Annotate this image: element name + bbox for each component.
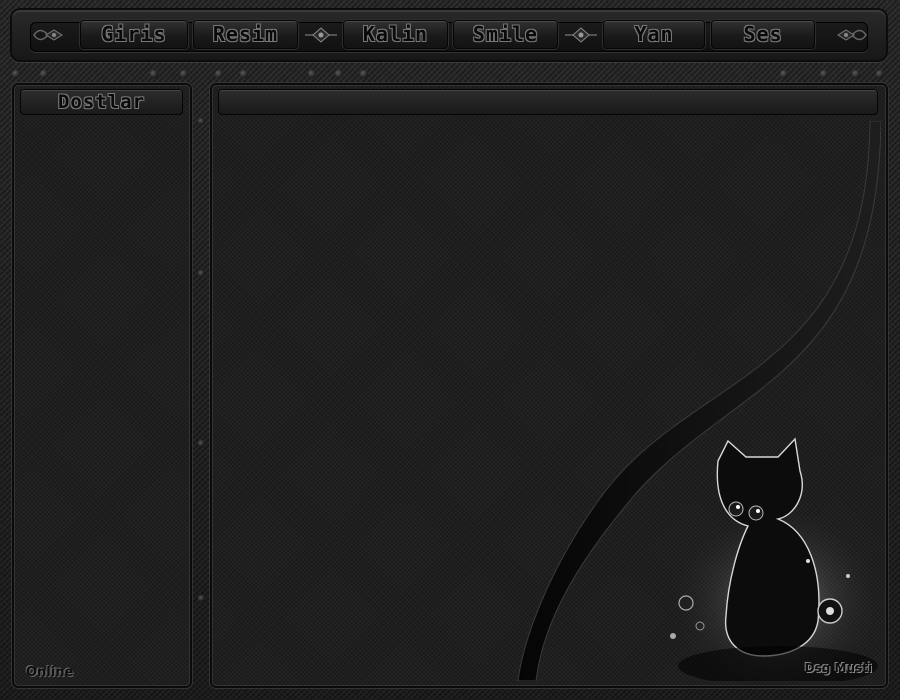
friends-panel-title: Dostlar bbox=[20, 89, 183, 115]
decorative-stud bbox=[198, 595, 205, 602]
nav-button-ses[interactable]: Ses bbox=[711, 20, 815, 49]
decorative-stud-row bbox=[0, 70, 900, 80]
nav-button-giris[interactable]: Giris bbox=[80, 20, 188, 49]
decorative-stud bbox=[198, 270, 205, 277]
cat-illustration bbox=[517, 120, 888, 688]
main-content-panel bbox=[210, 83, 888, 688]
decorative-stud bbox=[198, 118, 205, 125]
main-panel-header bbox=[218, 89, 878, 115]
friends-panel: Dostlar bbox=[12, 83, 192, 688]
diamond-ornament-icon bbox=[563, 24, 599, 46]
nav-button-resim[interactable]: Resim bbox=[193, 20, 298, 49]
nav-button-yan[interactable]: Yan bbox=[603, 20, 705, 49]
right-ornament-icon bbox=[834, 24, 870, 46]
nav-button-kalin[interactable]: Kalin bbox=[343, 20, 448, 49]
app-frame: Giris Resim Kalin Smile Yan Ses Dostlar bbox=[0, 0, 900, 700]
main-content-area bbox=[218, 120, 888, 688]
decorative-stud bbox=[198, 440, 205, 447]
left-ornament-icon bbox=[30, 24, 66, 46]
diamond-ornament-icon bbox=[303, 24, 339, 46]
nav-button-smile[interactable]: Smile bbox=[453, 20, 558, 49]
designer-credit: Dsg Musti bbox=[804, 661, 872, 675]
online-status-label: Online bbox=[26, 665, 74, 680]
